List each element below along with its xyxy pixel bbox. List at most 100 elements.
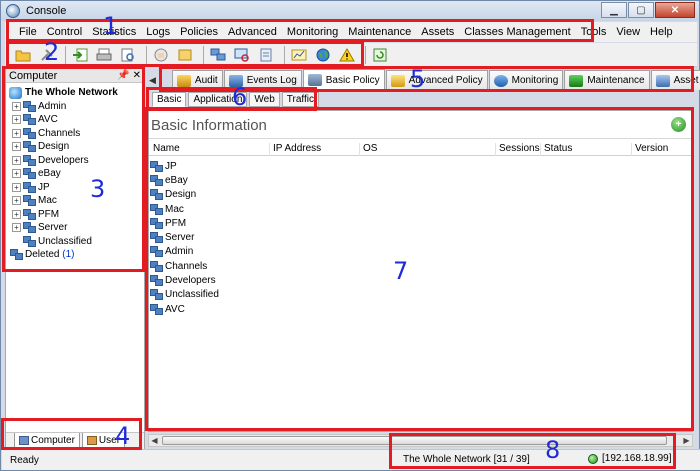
tab-basic-policy[interactable]: Basic Policy	[302, 69, 385, 90]
tree-item-label: eBay	[38, 168, 61, 180]
subtab-traffic[interactable]: Traffic	[281, 92, 319, 107]
tree-item-server[interactable]: + Server	[6, 221, 144, 235]
tree-item-avc[interactable]: + AVC	[6, 113, 144, 127]
minimize-button[interactable]: ▁	[601, 2, 627, 18]
column-header-os[interactable]: OS	[359, 143, 377, 156]
maintenance-icon	[569, 74, 584, 87]
window-title: Console	[26, 5, 67, 17]
menu-monitoring[interactable]: Monitoring	[287, 26, 338, 38]
maximize-button[interactable]: ▢	[628, 2, 654, 18]
tab-monitoring[interactable]: Monitoring	[488, 70, 564, 90]
subtab-basic[interactable]: Basic	[152, 92, 187, 107]
tab-audit[interactable]: Audit	[171, 70, 223, 90]
panel-pin-close-icons[interactable]: 📌 ✕	[117, 70, 141, 81]
scrollbar-thumb[interactable]	[162, 436, 667, 445]
tree-item-jp[interactable]: + JP	[6, 181, 144, 195]
scroll-right-icon[interactable]: ▶	[681, 435, 692, 446]
menu-help[interactable]: Help	[650, 26, 673, 38]
monitor-search-icon[interactable]	[232, 45, 252, 65]
tab-label: Maintenance	[587, 75, 645, 86]
column-header-name[interactable]: Name	[150, 143, 180, 156]
tree-item-label: Developers	[38, 154, 89, 166]
menu-maintenance[interactable]: Maintenance	[348, 26, 411, 38]
table-row[interactable]: Developers	[150, 273, 219, 287]
table-body: JP eBay Design Mac PFM Server Admin Chan…	[150, 159, 219, 316]
expand-icon[interactable]: +	[12, 128, 21, 138]
menu-advanced[interactable]: Advanced	[228, 26, 277, 38]
subtab-web[interactable]: Web	[249, 92, 280, 107]
add-icon[interactable]: +	[671, 117, 686, 132]
tab-scroll-left-icon[interactable]: ◀	[149, 70, 156, 90]
table-row[interactable]: Admin	[150, 245, 219, 259]
refresh-icon[interactable]	[370, 45, 390, 65]
column-header-sessions[interactable]: Sessions	[495, 143, 540, 156]
network-globe-icon[interactable]	[313, 45, 333, 65]
column-header-ip[interactable]: IP Address	[269, 143, 321, 156]
expand-icon[interactable]: +	[12, 101, 21, 111]
tree-item-unclassified[interactable]: Unclassified	[6, 235, 144, 249]
tab-maintenance[interactable]: Maintenance	[564, 70, 650, 90]
tree-item-admin[interactable]: + Admin	[6, 100, 144, 114]
open-folder-icon[interactable]	[13, 45, 33, 65]
group-icon	[150, 203, 163, 215]
warning-icon[interactable]	[337, 45, 357, 65]
print-preview-icon[interactable]	[118, 45, 138, 65]
table-row[interactable]: Unclassified	[150, 288, 219, 302]
expand-icon[interactable]: +	[12, 196, 21, 206]
row-name: JP	[165, 160, 177, 172]
report-icon[interactable]	[256, 45, 276, 65]
column-header-version[interactable]: Version	[631, 143, 668, 156]
table-row[interactable]: Design	[150, 188, 219, 202]
menu-view[interactable]: View	[616, 26, 640, 38]
menu-tools[interactable]: Tools	[581, 26, 607, 38]
expand-icon[interactable]: +	[12, 155, 21, 165]
expand-icon[interactable]: +	[12, 115, 21, 125]
table-row[interactable]: Server	[150, 230, 219, 244]
print-icon[interactable]	[94, 45, 114, 65]
expand-icon[interactable]: +	[12, 169, 21, 179]
tab-asset[interactable]: Asset	[650, 70, 700, 90]
table-row[interactable]: eBay	[150, 173, 219, 187]
tree-item-pfm[interactable]: + PFM	[6, 208, 144, 222]
tree-item-design[interactable]: + Design	[6, 140, 144, 154]
menu-classes-management[interactable]: Classes Management	[464, 26, 570, 38]
menu-file[interactable]: File	[19, 26, 37, 38]
expand-icon[interactable]: +	[12, 209, 21, 219]
row-name: Channels	[165, 260, 208, 272]
notes-icon[interactable]	[175, 45, 195, 65]
expand-icon[interactable]: +	[12, 182, 21, 192]
tab-advanced-policy[interactable]: Advanced Policy	[385, 70, 488, 90]
annotation-number-1: 1	[103, 12, 119, 40]
globe-hand-icon[interactable]	[151, 45, 171, 65]
horizontal-scrollbar[interactable]: ◀ ▶	[148, 434, 693, 447]
expand-icon[interactable]: +	[12, 223, 21, 233]
scroll-left-icon[interactable]: ◀	[149, 435, 160, 446]
tree-item-ebay[interactable]: + eBay	[6, 167, 144, 181]
computers-icon[interactable]	[208, 45, 228, 65]
tree-item-mac[interactable]: + Mac	[6, 194, 144, 208]
table-row[interactable]: PFM	[150, 216, 219, 230]
tree-item-developers[interactable]: + Developers	[6, 154, 144, 168]
import-icon[interactable]	[70, 45, 90, 65]
tree-item-channels[interactable]: + Channels	[6, 127, 144, 141]
basic-policy-icon	[307, 74, 322, 86]
table-row[interactable]: AVC	[150, 302, 219, 316]
menu-policies[interactable]: Policies	[180, 26, 218, 38]
chart-icon[interactable]	[289, 45, 309, 65]
menu-logs[interactable]: Logs	[146, 26, 170, 38]
table-row[interactable]: Mac	[150, 202, 219, 216]
annotation-number-3: 3	[90, 175, 106, 203]
column-header-status[interactable]: Status	[540, 143, 572, 156]
menu-assets[interactable]: Assets	[421, 26, 454, 38]
menu-control[interactable]: Control	[47, 26, 82, 38]
tree-root[interactable]: The Whole Network	[6, 86, 144, 100]
close-button[interactable]: ✕	[655, 2, 695, 18]
tree-item-deleted[interactable]: Deleted (1)	[6, 248, 144, 262]
tree-item-label: Channels	[38, 127, 81, 139]
app-icon	[6, 4, 20, 18]
table-row[interactable]: JP	[150, 159, 219, 173]
table-row[interactable]: Channels	[150, 259, 219, 273]
tab-computer[interactable]: Computer	[14, 433, 80, 449]
expand-icon[interactable]: +	[12, 142, 21, 152]
tree-item-label: JP	[38, 181, 50, 193]
